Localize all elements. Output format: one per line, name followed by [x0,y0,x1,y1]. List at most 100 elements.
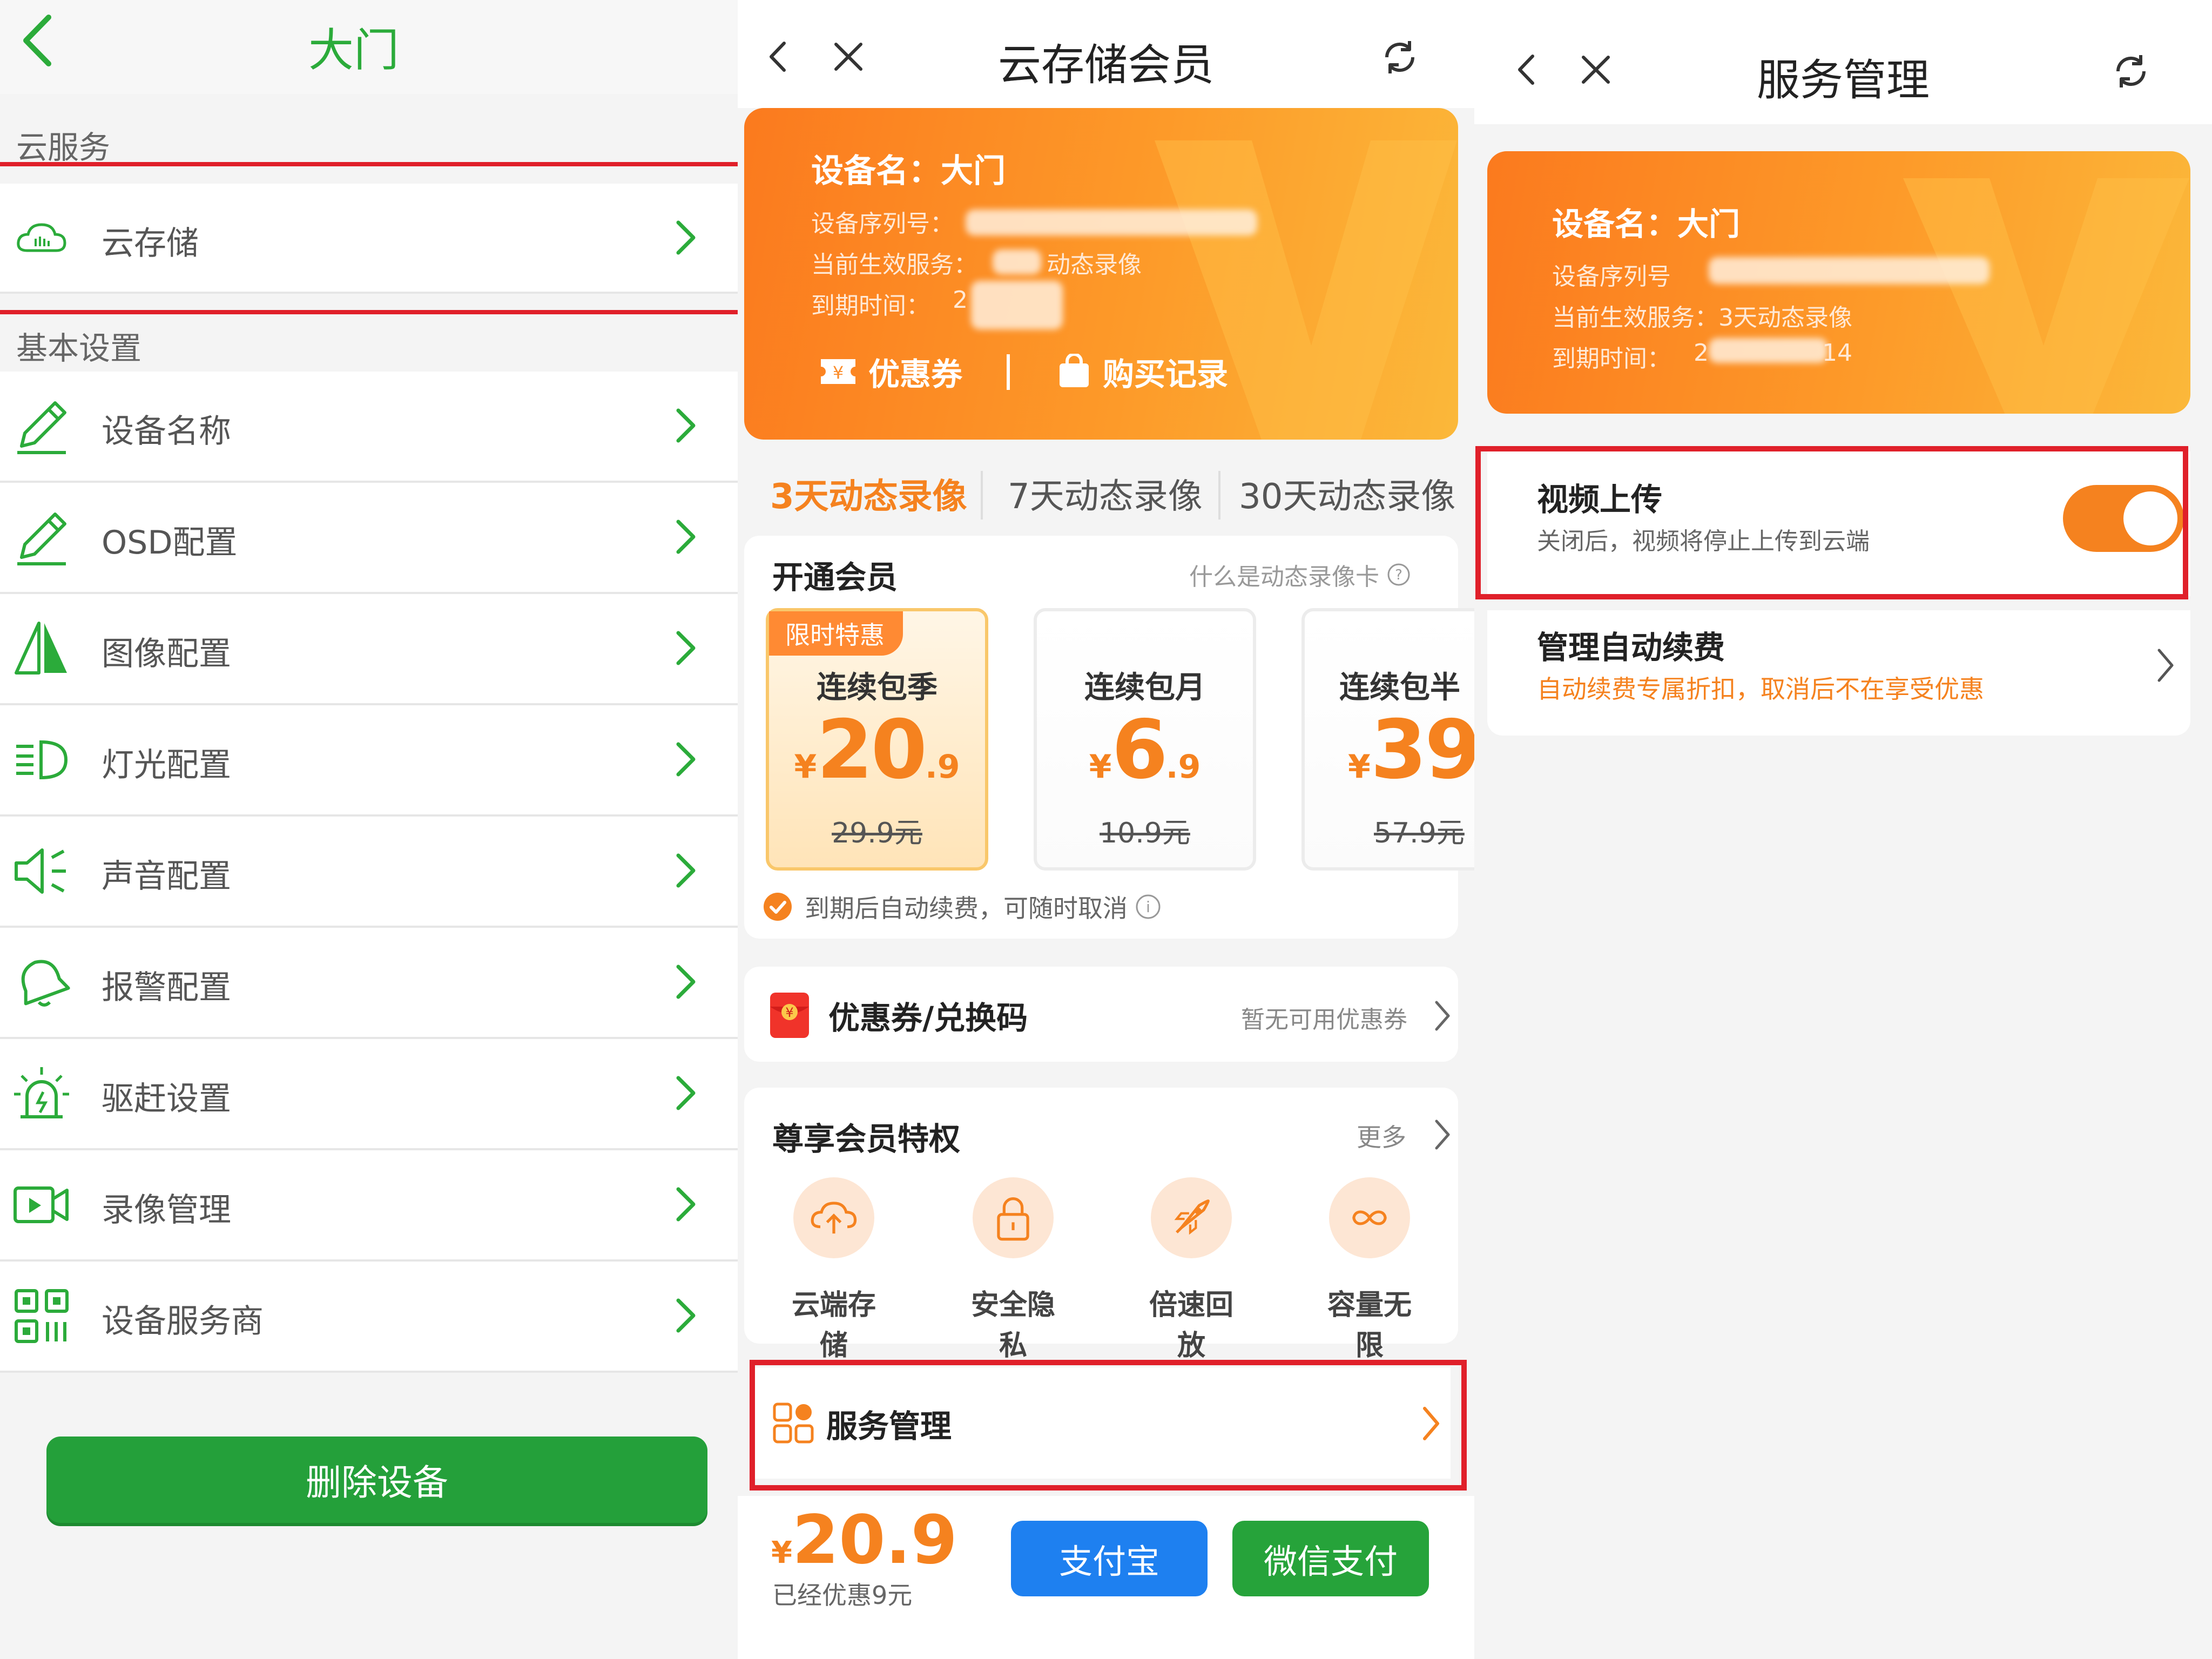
top-bar: 云存储会员 [738,0,1474,108]
rocket-icon [1174,1199,1210,1235]
page-title: 服务管理 [1757,55,1930,105]
cloud-upload-icon [811,1202,857,1234]
tab-7-day[interactable]: 7天动态录像 [1008,469,1203,518]
service-redacted [993,249,1041,274]
open-member-title: 开通会员 [772,559,898,596]
info-icon[interactable]: i [1134,893,1162,921]
settings-row-label: OSD配置 [102,524,238,562]
serial-label: 设备序列号： [811,210,954,238]
refresh-icon[interactable] [2109,50,2153,93]
privilege-item: 云端存储 [780,1177,888,1363]
yen-sign: ¥ [771,1535,792,1570]
service-label: 当前生效服务： [811,251,977,279]
settings-row[interactable]: 设备名称 [0,372,738,483]
check-circle-icon[interactable] [763,892,793,922]
privilege-icon-bg [973,1177,1054,1258]
delete-device-button[interactable]: 删除设备 [46,1437,707,1523]
settings-row-label: 设备名称 [102,413,231,450]
what-is-link[interactable]: 什么是动态录像卡 ? [1189,557,1412,592]
info-icon: ? [1387,563,1410,586]
membership-card: 设备名：大门 设备序列号 当前生效服务：3天动态录像 到期时间： 2 14 [1487,151,2190,414]
settings-row[interactable]: 驱赶设置 [0,1039,738,1150]
settings-row[interactable]: 灯光配置 [0,705,738,817]
header-bar: 大门 [0,0,738,94]
auto-renew-desc: 自动续费专属折扣，取消后不在享受优惠 [1537,675,1984,704]
chevron-right-icon [676,220,696,255]
settings-row[interactable]: OSD配置 [0,483,738,594]
total-price-value: 20.9 [792,1501,957,1579]
privilege-icon-bg [1151,1177,1232,1258]
yen-sign: ¥ [1089,748,1112,786]
price-int: 39 [1370,703,1474,797]
settings-row-label: 灯光配置 [102,746,231,784]
device-name: 设备名：大门 [1552,206,1741,242]
expire-value: 2 [953,286,968,314]
cloud-storage-row[interactable]: 云存储 [0,184,738,294]
refresh-icon[interactable] [1378,36,1421,79]
red-envelope-icon: ¥ [770,993,809,1038]
coupon-link[interactable]: ¥ 优惠券 [819,349,962,394]
pencil-icon [17,401,66,454]
expire-label: 到期时间： [1552,345,1671,373]
settings-row[interactable]: 录像管理 [0,1150,738,1262]
coupon-link-label: 优惠券 [868,356,963,393]
chevron-right-icon [676,742,696,777]
purchase-history-link[interactable]: 购买记录 [1056,349,1228,394]
tab-30-day[interactable]: 30天动态录像 [1239,469,1455,518]
service-line: 当前生效服务：3天动态录像 [1552,304,1852,332]
headlight-icon [16,740,68,780]
lock-icon [997,1197,1029,1241]
original-price: 29.9元 [832,817,922,849]
mirror-triangle-icon [15,622,67,675]
tab-divider [1218,471,1220,520]
price-int: 20 [817,703,927,797]
svg-text:i: i [1146,898,1150,916]
serial-redacted [966,210,1257,235]
svg-text:¥: ¥ [833,362,844,383]
coupon-row[interactable]: ¥ 优惠券/兑换码 暂无可用优惠券 [744,967,1458,1062]
device-name: 设备名：大门 [811,152,1006,190]
expire-redacted [971,281,1063,329]
chevron-right-icon[interactable] [1430,1116,1454,1154]
chevron-right-icon [676,1187,696,1222]
expire-redacted [1709,338,1827,363]
privilege-label: 容量无限 [1327,1289,1412,1362]
speaker-icon [15,848,66,894]
bell-icon [21,960,70,1007]
package-card[interactable]: 连续包半 ¥39 57.9元 [1301,608,1474,871]
section-basic-settings: 基本设置 [16,330,142,367]
privilege-icon-bg [793,1177,874,1258]
page-title: 大门 [308,24,399,77]
privilege-item: 倍速回放 [1137,1177,1245,1363]
yen-sign: ¥ [794,748,817,786]
settings-row-label: 报警配置 [102,969,231,1007]
highlight-line-bottom [0,310,738,314]
package-price: ¥6.9 [1037,703,1253,797]
original-price: 57.9元 [1374,817,1465,849]
chevron-right-icon [676,408,696,443]
more-link[interactable]: 更多 [1357,1118,1406,1154]
duration-tabs: 3天动态录像 7天动态录像 30天动态录像 [738,449,1474,530]
settings-row[interactable]: 报警配置 [0,928,738,1039]
wechat-pay-button[interactable]: 微信支付 [1232,1521,1429,1596]
settings-row-label: 设备服务商 [102,1303,264,1340]
shopping-bag-icon [1060,354,1089,387]
cloud-storage-label: 云存储 [102,225,199,262]
serial-label: 设备序列号 [1552,263,1671,291]
expire-label: 到期时间： [811,292,930,320]
package-card[interactable]: 连续包月 ¥6.9 10.9元 [1034,608,1256,871]
package-card[interactable]: 限时特惠 连续包季 ¥20.9 29.9元 [766,608,988,871]
auto-renew-row[interactable]: 管理自动续费 自动续费专属折扣，取消后不在享受优惠 [1487,610,2190,736]
alipay-button[interactable]: 支付宝 [1011,1521,1208,1596]
page-title: 云存储会员 [998,40,1214,90]
settings-row[interactable]: 设备服务商 [0,1262,738,1373]
package-price: ¥39 [1348,703,1474,797]
settings-row[interactable]: 图像配置 [0,594,738,705]
highlight-box-service [750,1360,1467,1491]
tab-divider [981,471,983,520]
tab-3-day[interactable]: 3天动态录像 [770,469,967,518]
purchase-history-label: 购买记录 [1103,356,1229,393]
settings-row[interactable]: 声音配置 [0,817,738,928]
auto-renew-text: 到期后自动续费，可随时取消 [805,894,1128,923]
service-management-panel: 服务管理 设备名：大门 设备序列号 当前生效服务：3天动态录像 到期时间： 2 … [1474,0,2212,1659]
